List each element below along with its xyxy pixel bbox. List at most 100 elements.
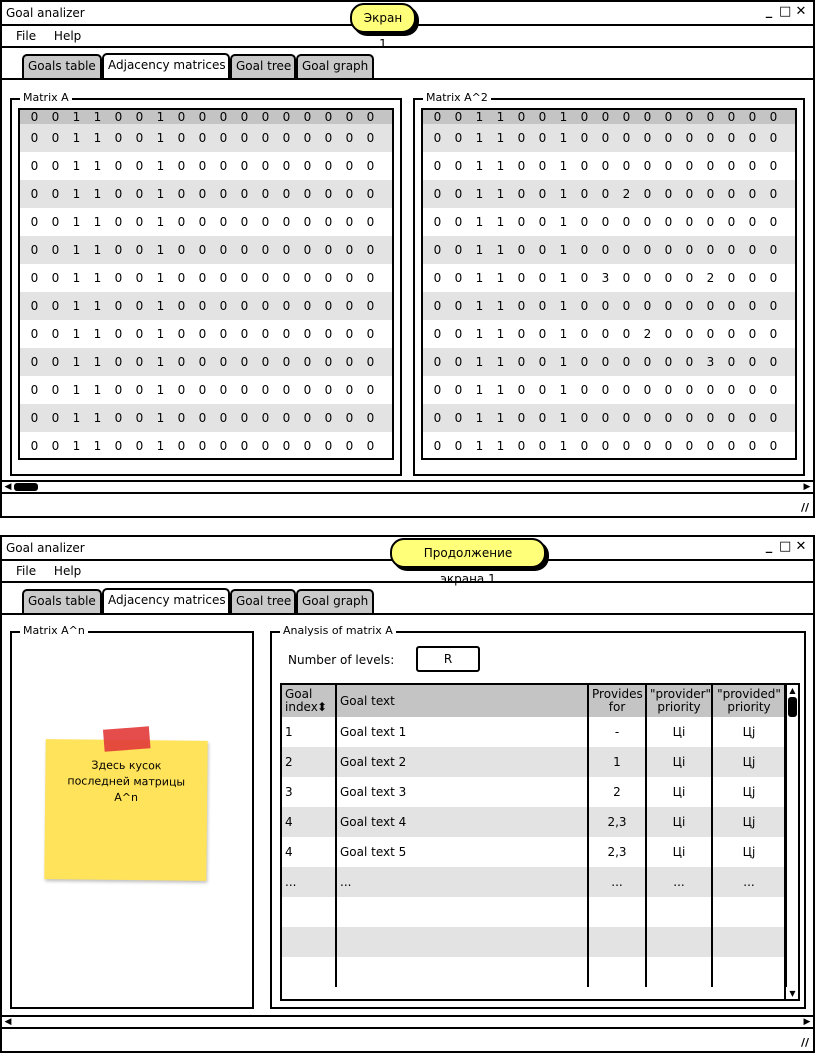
matrix-cell[interactable]: 1 — [66, 404, 87, 432]
matrix-cell[interactable]: 0 — [679, 292, 700, 320]
scroll-right-icon[interactable]: ▶ — [801, 1017, 813, 1027]
matrix-cell[interactable]: 1 — [553, 376, 574, 404]
matrix-cell[interactable]: 0 — [532, 264, 553, 292]
matrix-cell[interactable]: 3 — [595, 264, 616, 292]
matrix-cell[interactable]: 0 — [511, 124, 532, 152]
matrix-cell[interactable]: 0 — [658, 292, 679, 320]
matrix-cell[interactable]: 0 — [511, 376, 532, 404]
matrix-cell[interactable]: 0 — [276, 124, 297, 152]
matrix-cell[interactable]: 0 — [255, 152, 276, 180]
matrix-cell[interactable]: 0 — [45, 110, 66, 124]
matrix-cell[interactable]: 0 — [276, 180, 297, 208]
matrix-cell[interactable]: 0 — [763, 208, 784, 236]
matrix-cell[interactable]: 0 — [700, 432, 721, 458]
matrix-cell[interactable]: 1 — [66, 124, 87, 152]
matrix-cell[interactable]: 0 — [234, 348, 255, 376]
matrix-cell[interactable]: 0 — [742, 236, 763, 264]
matrix-cell[interactable]: 0 — [318, 320, 339, 348]
matrix-cell[interactable]: 0 — [427, 124, 448, 152]
matrix-cell[interactable]: 1 — [150, 236, 171, 264]
matrix-cell[interactable]: 0 — [129, 348, 150, 376]
matrix-cell[interactable]: 0 — [360, 292, 381, 320]
matrix-cell[interactable]: 0 — [24, 180, 45, 208]
matrix-cell[interactable]: 0 — [171, 432, 192, 458]
matrix-cell[interactable]: 1 — [553, 110, 574, 124]
matrix-cell[interactable]: 0 — [297, 404, 318, 432]
matrix-cell[interactable]: 0 — [595, 236, 616, 264]
matrix-cell[interactable]: 0 — [763, 236, 784, 264]
matrix-cell[interactable]: 0 — [616, 110, 637, 124]
matrix-cell[interactable]: 0 — [595, 320, 616, 348]
matrix-cell[interactable]: 0 — [532, 432, 553, 458]
matrix-cell[interactable]: 1 — [66, 264, 87, 292]
matrix-cell[interactable]: 0 — [427, 404, 448, 432]
matrix-cell[interactable]: 1 — [87, 376, 108, 404]
matrix-cell[interactable]: 0 — [213, 348, 234, 376]
matrix-cell[interactable]: 1 — [469, 124, 490, 152]
scroll-left-icon[interactable]: ◀ — [2, 482, 14, 492]
matrix-cell[interactable]: 0 — [45, 124, 66, 152]
matrix-cell[interactable]: 0 — [595, 376, 616, 404]
matrix-cell[interactable]: 0 — [679, 376, 700, 404]
matrix-cell[interactable]: 0 — [339, 432, 360, 458]
matrix-cell[interactable]: 0 — [318, 404, 339, 432]
matrix-cell[interactable]: 0 — [637, 236, 658, 264]
matrix-cell[interactable]: 1 — [490, 236, 511, 264]
matrix-cell[interactable]: 0 — [339, 376, 360, 404]
matrix-cell[interactable]: 0 — [192, 264, 213, 292]
matrix-cell[interactable]: 0 — [339, 208, 360, 236]
matrix-cell[interactable]: 0 — [763, 124, 784, 152]
matrix-cell[interactable]: 0 — [192, 292, 213, 320]
matrix-cell[interactable]: 0 — [297, 292, 318, 320]
matrix-cell[interactable]: 0 — [360, 208, 381, 236]
matrix-cell[interactable]: 0 — [24, 292, 45, 320]
matrix-cell[interactable]: 0 — [45, 320, 66, 348]
matrix-cell[interactable]: 0 — [171, 236, 192, 264]
matrix-cell[interactable]: 0 — [448, 376, 469, 404]
matrix-cell[interactable]: 0 — [574, 180, 595, 208]
matrix-cell[interactable]: 0 — [532, 152, 553, 180]
matrix-cell[interactable]: 0 — [129, 376, 150, 404]
matrix-cell[interactable]: 0 — [192, 236, 213, 264]
matrix-cell[interactable]: 0 — [129, 110, 150, 124]
matrix-cell[interactable]: 1 — [66, 152, 87, 180]
matrix-cell[interactable]: 0 — [171, 404, 192, 432]
matrix-cell[interactable]: 0 — [427, 376, 448, 404]
matrix-cell[interactable]: 0 — [339, 264, 360, 292]
matrix-cell[interactable]: 0 — [763, 152, 784, 180]
matrix-cell[interactable]: 0 — [339, 110, 360, 124]
matrix-cell[interactable]: 0 — [616, 292, 637, 320]
matrix-cell[interactable]: 0 — [276, 292, 297, 320]
matrix-cell[interactable]: 0 — [45, 152, 66, 180]
matrix-cell[interactable]: 0 — [742, 320, 763, 348]
matrix-cell[interactable]: 0 — [427, 152, 448, 180]
matrix-cell[interactable]: 0 — [129, 236, 150, 264]
matrix-cell[interactable]: 0 — [276, 320, 297, 348]
matrix-cell[interactable]: 0 — [448, 292, 469, 320]
matrix-cell[interactable]: 0 — [129, 124, 150, 152]
matrix-cell[interactable]: 0 — [532, 404, 553, 432]
matrix-cell[interactable]: 0 — [574, 404, 595, 432]
matrix-cell[interactable]: 0 — [574, 124, 595, 152]
tab-adjacency-matrices[interactable]: Adjacency matrices — [102, 53, 230, 79]
matrix-cell[interactable]: 0 — [45, 180, 66, 208]
matrix-cell[interactable]: 0 — [742, 264, 763, 292]
matrix-cell[interactable]: 0 — [276, 236, 297, 264]
matrix-cell[interactable]: 0 — [297, 180, 318, 208]
matrix-cell[interactable]: 0 — [637, 432, 658, 458]
matrix-cell[interactable]: 0 — [511, 264, 532, 292]
matrix-cell[interactable]: 0 — [595, 292, 616, 320]
matrix-cell[interactable]: 0 — [108, 180, 129, 208]
matrix-cell[interactable]: 0 — [255, 404, 276, 432]
matrix-cell[interactable]: 0 — [658, 404, 679, 432]
matrix-cell[interactable]: 0 — [297, 124, 318, 152]
matrix-cell[interactable]: 0 — [234, 376, 255, 404]
matrix-cell[interactable]: 1 — [66, 348, 87, 376]
close-icon[interactable]: ✕ — [795, 4, 807, 19]
matrix-cell[interactable]: 0 — [192, 376, 213, 404]
matrix-cell[interactable]: 0 — [532, 110, 553, 124]
matrix-cell[interactable]: 0 — [360, 110, 381, 124]
matrix-cell[interactable]: 0 — [511, 348, 532, 376]
matrix-cell[interactable]: 0 — [339, 180, 360, 208]
matrix-cell[interactable]: 0 — [637, 348, 658, 376]
